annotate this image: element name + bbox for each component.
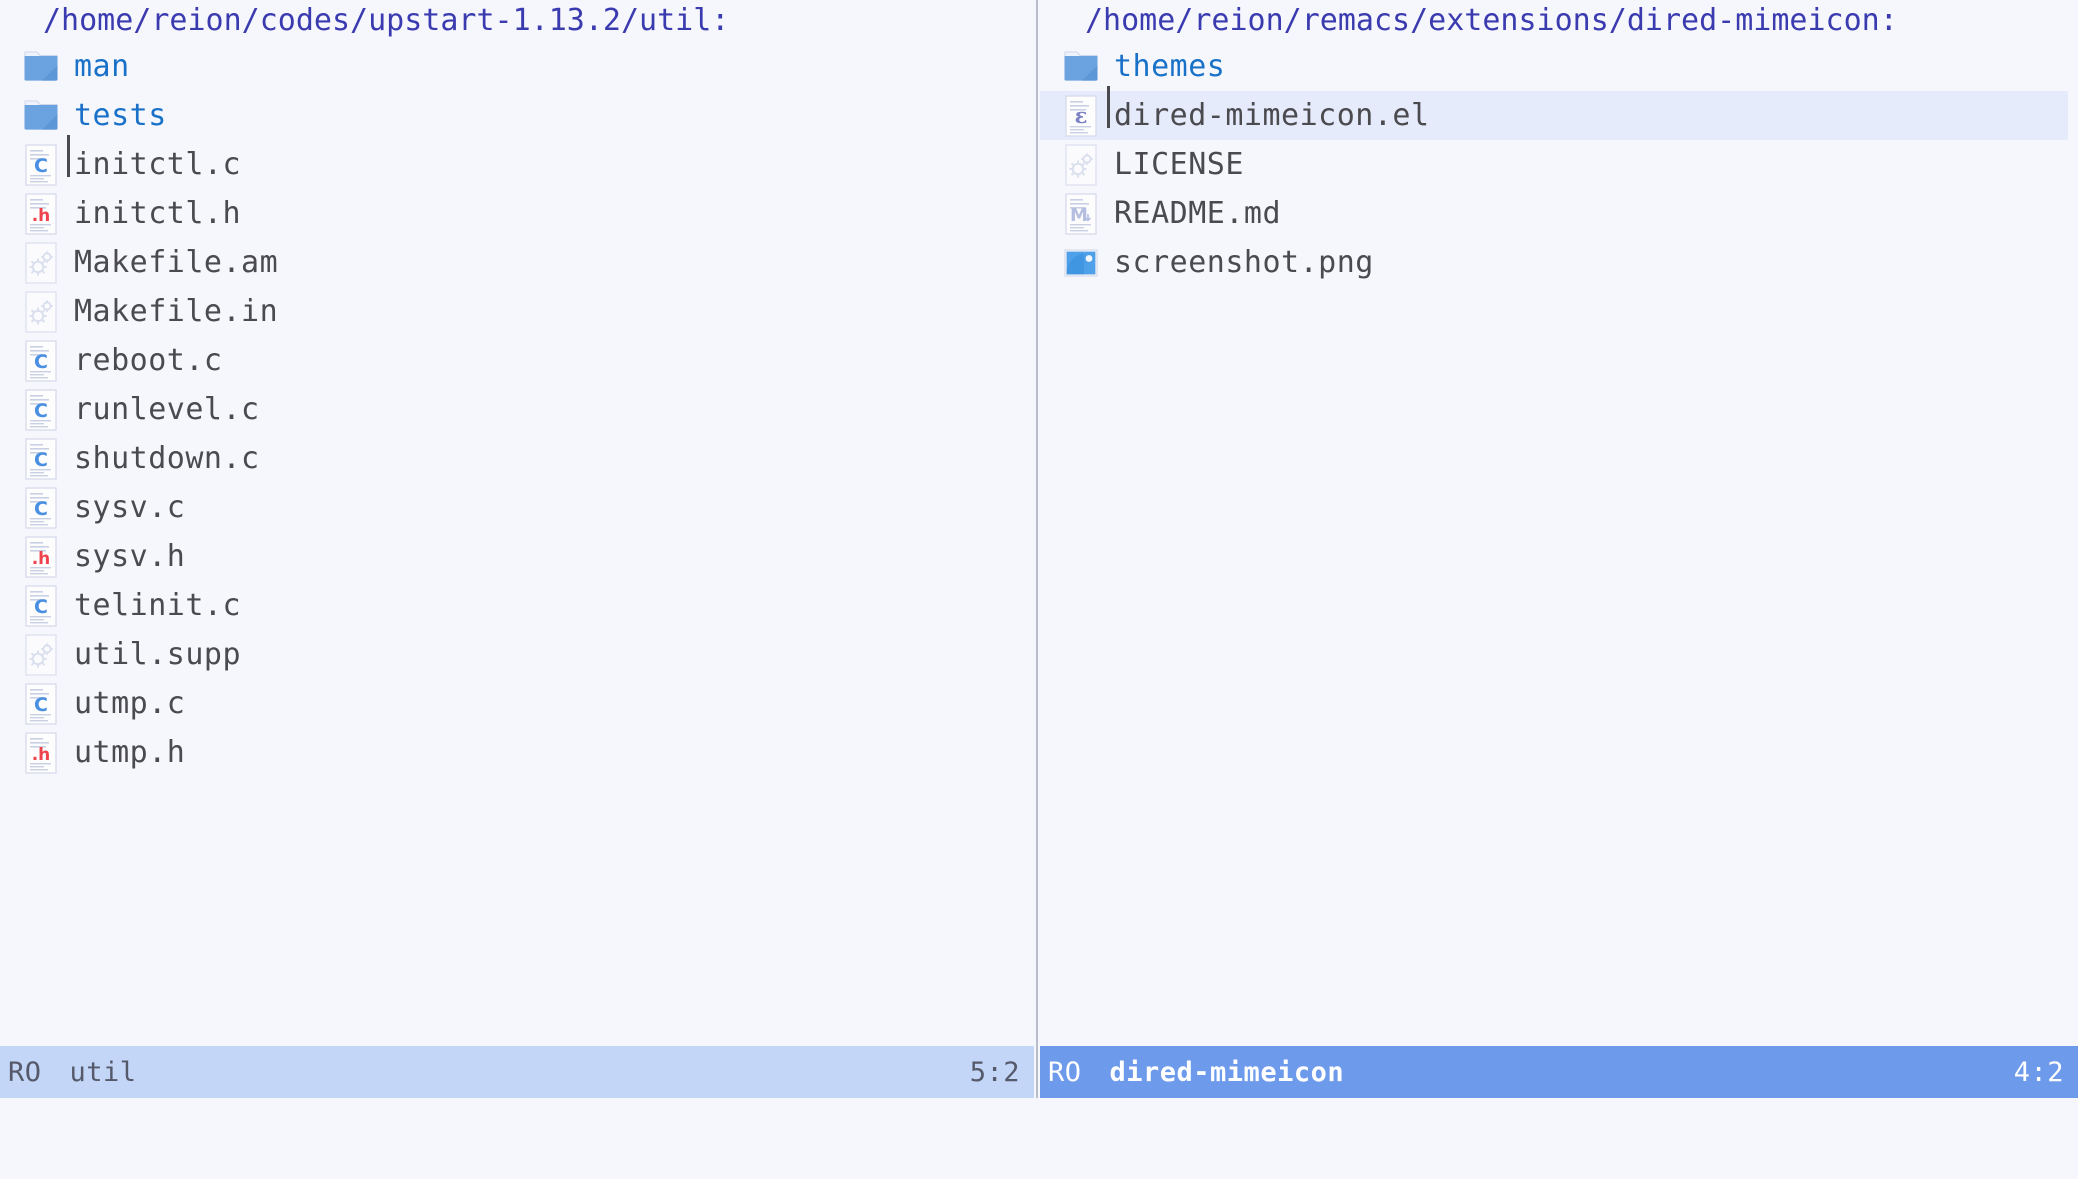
folder-icon bbox=[1062, 45, 1100, 89]
modeline-readonly-indicator: RO bbox=[1048, 1056, 1082, 1088]
c-header-icon: .h bbox=[22, 535, 60, 579]
dired-file-name[interactable]: utmp.h bbox=[74, 735, 185, 770]
emacs-frame: /home/reion/codes/upstart-1.13.2/util: m… bbox=[0, 0, 2078, 1179]
dired-file-name[interactable]: initctl.h bbox=[74, 196, 241, 231]
dired-file-name[interactable]: Makefile.in bbox=[74, 294, 278, 329]
dired-file-row[interactable]: Cutmp.c bbox=[0, 679, 1034, 728]
dired-file-name[interactable]: telinit.c bbox=[74, 588, 241, 623]
dired-window-right[interactable]: /home/reion/remacs/extensions/dired-mime… bbox=[1040, 0, 2078, 1098]
window-split-container: /home/reion/codes/upstart-1.13.2/util: m… bbox=[0, 0, 2078, 1098]
dired-file-row[interactable]: Makefile.am bbox=[0, 238, 1034, 287]
gears-icon bbox=[22, 290, 60, 334]
modeline-right[interactable]: RO dired-mimeicon 4:2 bbox=[1040, 1046, 2078, 1098]
modeline-readonly-indicator: RO bbox=[8, 1056, 42, 1088]
svg-text:C: C bbox=[34, 400, 48, 422]
gears-icon bbox=[22, 633, 60, 677]
dired-file-row[interactable]: Crunlevel.c bbox=[0, 385, 1034, 434]
svg-text:.h: .h bbox=[32, 549, 51, 569]
c-source-icon: C bbox=[22, 388, 60, 432]
dired-file-row[interactable]: Cshutdown.c bbox=[0, 434, 1034, 483]
svg-text:C: C bbox=[34, 351, 48, 373]
modeline-cursor-position: 5:2 bbox=[969, 1056, 1020, 1088]
dired-file-name[interactable]: man bbox=[74, 49, 130, 84]
directory-path-header: /home/reion/remacs/extensions/dired-mime… bbox=[1085, 3, 1898, 38]
modeline-buffer-name: dired-mimeicon bbox=[1109, 1056, 1345, 1088]
dired-file-name[interactable]: Makefile.am bbox=[74, 245, 278, 280]
dired-file-name[interactable]: dired-mimeicon.el bbox=[1107, 86, 1430, 133]
dired-buffer-left[interactable]: /home/reion/codes/upstart-1.13.2/util: m… bbox=[0, 0, 1034, 1046]
dired-file-name[interactable]: shutdown.c bbox=[74, 441, 260, 476]
c-header-icon: .h bbox=[22, 192, 60, 236]
modeline-left[interactable]: RO util 5:2 bbox=[0, 1046, 1034, 1098]
svg-text:C: C bbox=[34, 155, 48, 177]
dired-file-name[interactable]: runlevel.c bbox=[74, 392, 260, 427]
svg-text:C: C bbox=[34, 498, 48, 520]
dired-file-name[interactable]: sysv.c bbox=[74, 490, 185, 525]
dired-file-row[interactable]: screenshot.png bbox=[1040, 238, 2078, 287]
dired-file-row[interactable]: Ctelinit.c bbox=[0, 581, 1034, 630]
dired-file-row[interactable]: .h utmp.h bbox=[0, 728, 1034, 777]
dired-buffer-right[interactable]: /home/reion/remacs/extensions/dired-mime… bbox=[1040, 0, 2078, 1046]
svg-text:.h: .h bbox=[32, 206, 51, 226]
directory-path-header: /home/reion/codes/upstart-1.13.2/util: bbox=[43, 3, 730, 38]
c-source-icon: C bbox=[22, 339, 60, 383]
dired-file-row[interactable]: Csysv.c bbox=[0, 483, 1034, 532]
dired-file-row[interactable]: .h initctl.h bbox=[0, 189, 1034, 238]
dired-file-row[interactable]: .h sysv.h bbox=[0, 532, 1034, 581]
c-source-icon: C bbox=[22, 437, 60, 481]
svg-text:C: C bbox=[34, 449, 48, 471]
dired-file-row[interactable]: M README.md bbox=[1040, 189, 2078, 238]
c-source-icon: C bbox=[22, 682, 60, 726]
dired-file-name[interactable]: reboot.c bbox=[74, 343, 223, 378]
dired-file-row[interactable]: man bbox=[0, 42, 1034, 91]
dired-file-row[interactable]: ε dired-mimeicon.el bbox=[1040, 86, 2068, 140]
svg-text:.h: .h bbox=[32, 745, 51, 765]
dired-file-name[interactable]: tests bbox=[74, 98, 167, 133]
elisp-icon: ε bbox=[1062, 94, 1100, 138]
c-source-icon: C bbox=[22, 584, 60, 628]
dired-window-left[interactable]: /home/reion/codes/upstart-1.13.2/util: m… bbox=[0, 0, 1034, 1098]
c-source-icon: C bbox=[22, 143, 60, 187]
markdown-icon: M bbox=[1062, 192, 1100, 236]
svg-text:M: M bbox=[1070, 205, 1088, 226]
dired-file-name[interactable]: utmp.c bbox=[74, 686, 185, 721]
dired-file-name[interactable]: screenshot.png bbox=[1114, 245, 1374, 280]
dired-file-name[interactable]: initctl.c bbox=[66, 135, 241, 182]
echo-area bbox=[0, 1098, 2078, 1127]
modeline-cursor-position: 4:2 bbox=[2013, 1056, 2064, 1088]
dired-file-row[interactable]: Makefile.in bbox=[0, 287, 1034, 336]
dired-file-row[interactable]: LICENSE bbox=[1040, 140, 2078, 189]
image-icon bbox=[1062, 241, 1100, 285]
gears-icon bbox=[1062, 143, 1100, 187]
dired-file-row[interactable]: Cinitctl.c bbox=[0, 135, 1034, 189]
dired-file-row[interactable]: tests bbox=[0, 91, 1034, 140]
dired-file-row[interactable]: Creboot.c bbox=[0, 336, 1034, 385]
dired-file-name[interactable]: README.md bbox=[1114, 196, 1281, 231]
dired-file-list[interactable]: themes ε dired-mimeicon.el LICENSE M README.m… bbox=[1040, 42, 2078, 287]
c-source-icon: C bbox=[22, 486, 60, 530]
gears-icon bbox=[22, 241, 60, 285]
svg-text:C: C bbox=[34, 596, 48, 618]
folder-icon bbox=[22, 94, 60, 138]
dired-file-name[interactable]: LICENSE bbox=[1114, 147, 1244, 182]
dired-file-name[interactable]: themes bbox=[1114, 49, 1225, 84]
dired-file-list[interactable]: man tests Cinitctl.c .h initctl.h Makefile.am… bbox=[0, 42, 1034, 777]
dired-file-name[interactable]: util.supp bbox=[74, 637, 241, 672]
svg-text:ε: ε bbox=[1075, 103, 1088, 128]
svg-text:C: C bbox=[34, 694, 48, 716]
folder-icon bbox=[22, 45, 60, 89]
dired-file-name[interactable]: sysv.h bbox=[74, 539, 185, 574]
c-header-icon: .h bbox=[22, 731, 60, 775]
modeline-buffer-name: util bbox=[69, 1056, 137, 1088]
dired-file-row[interactable]: util.supp bbox=[0, 630, 1034, 679]
dired-file-row[interactable]: themes bbox=[1040, 42, 2078, 91]
